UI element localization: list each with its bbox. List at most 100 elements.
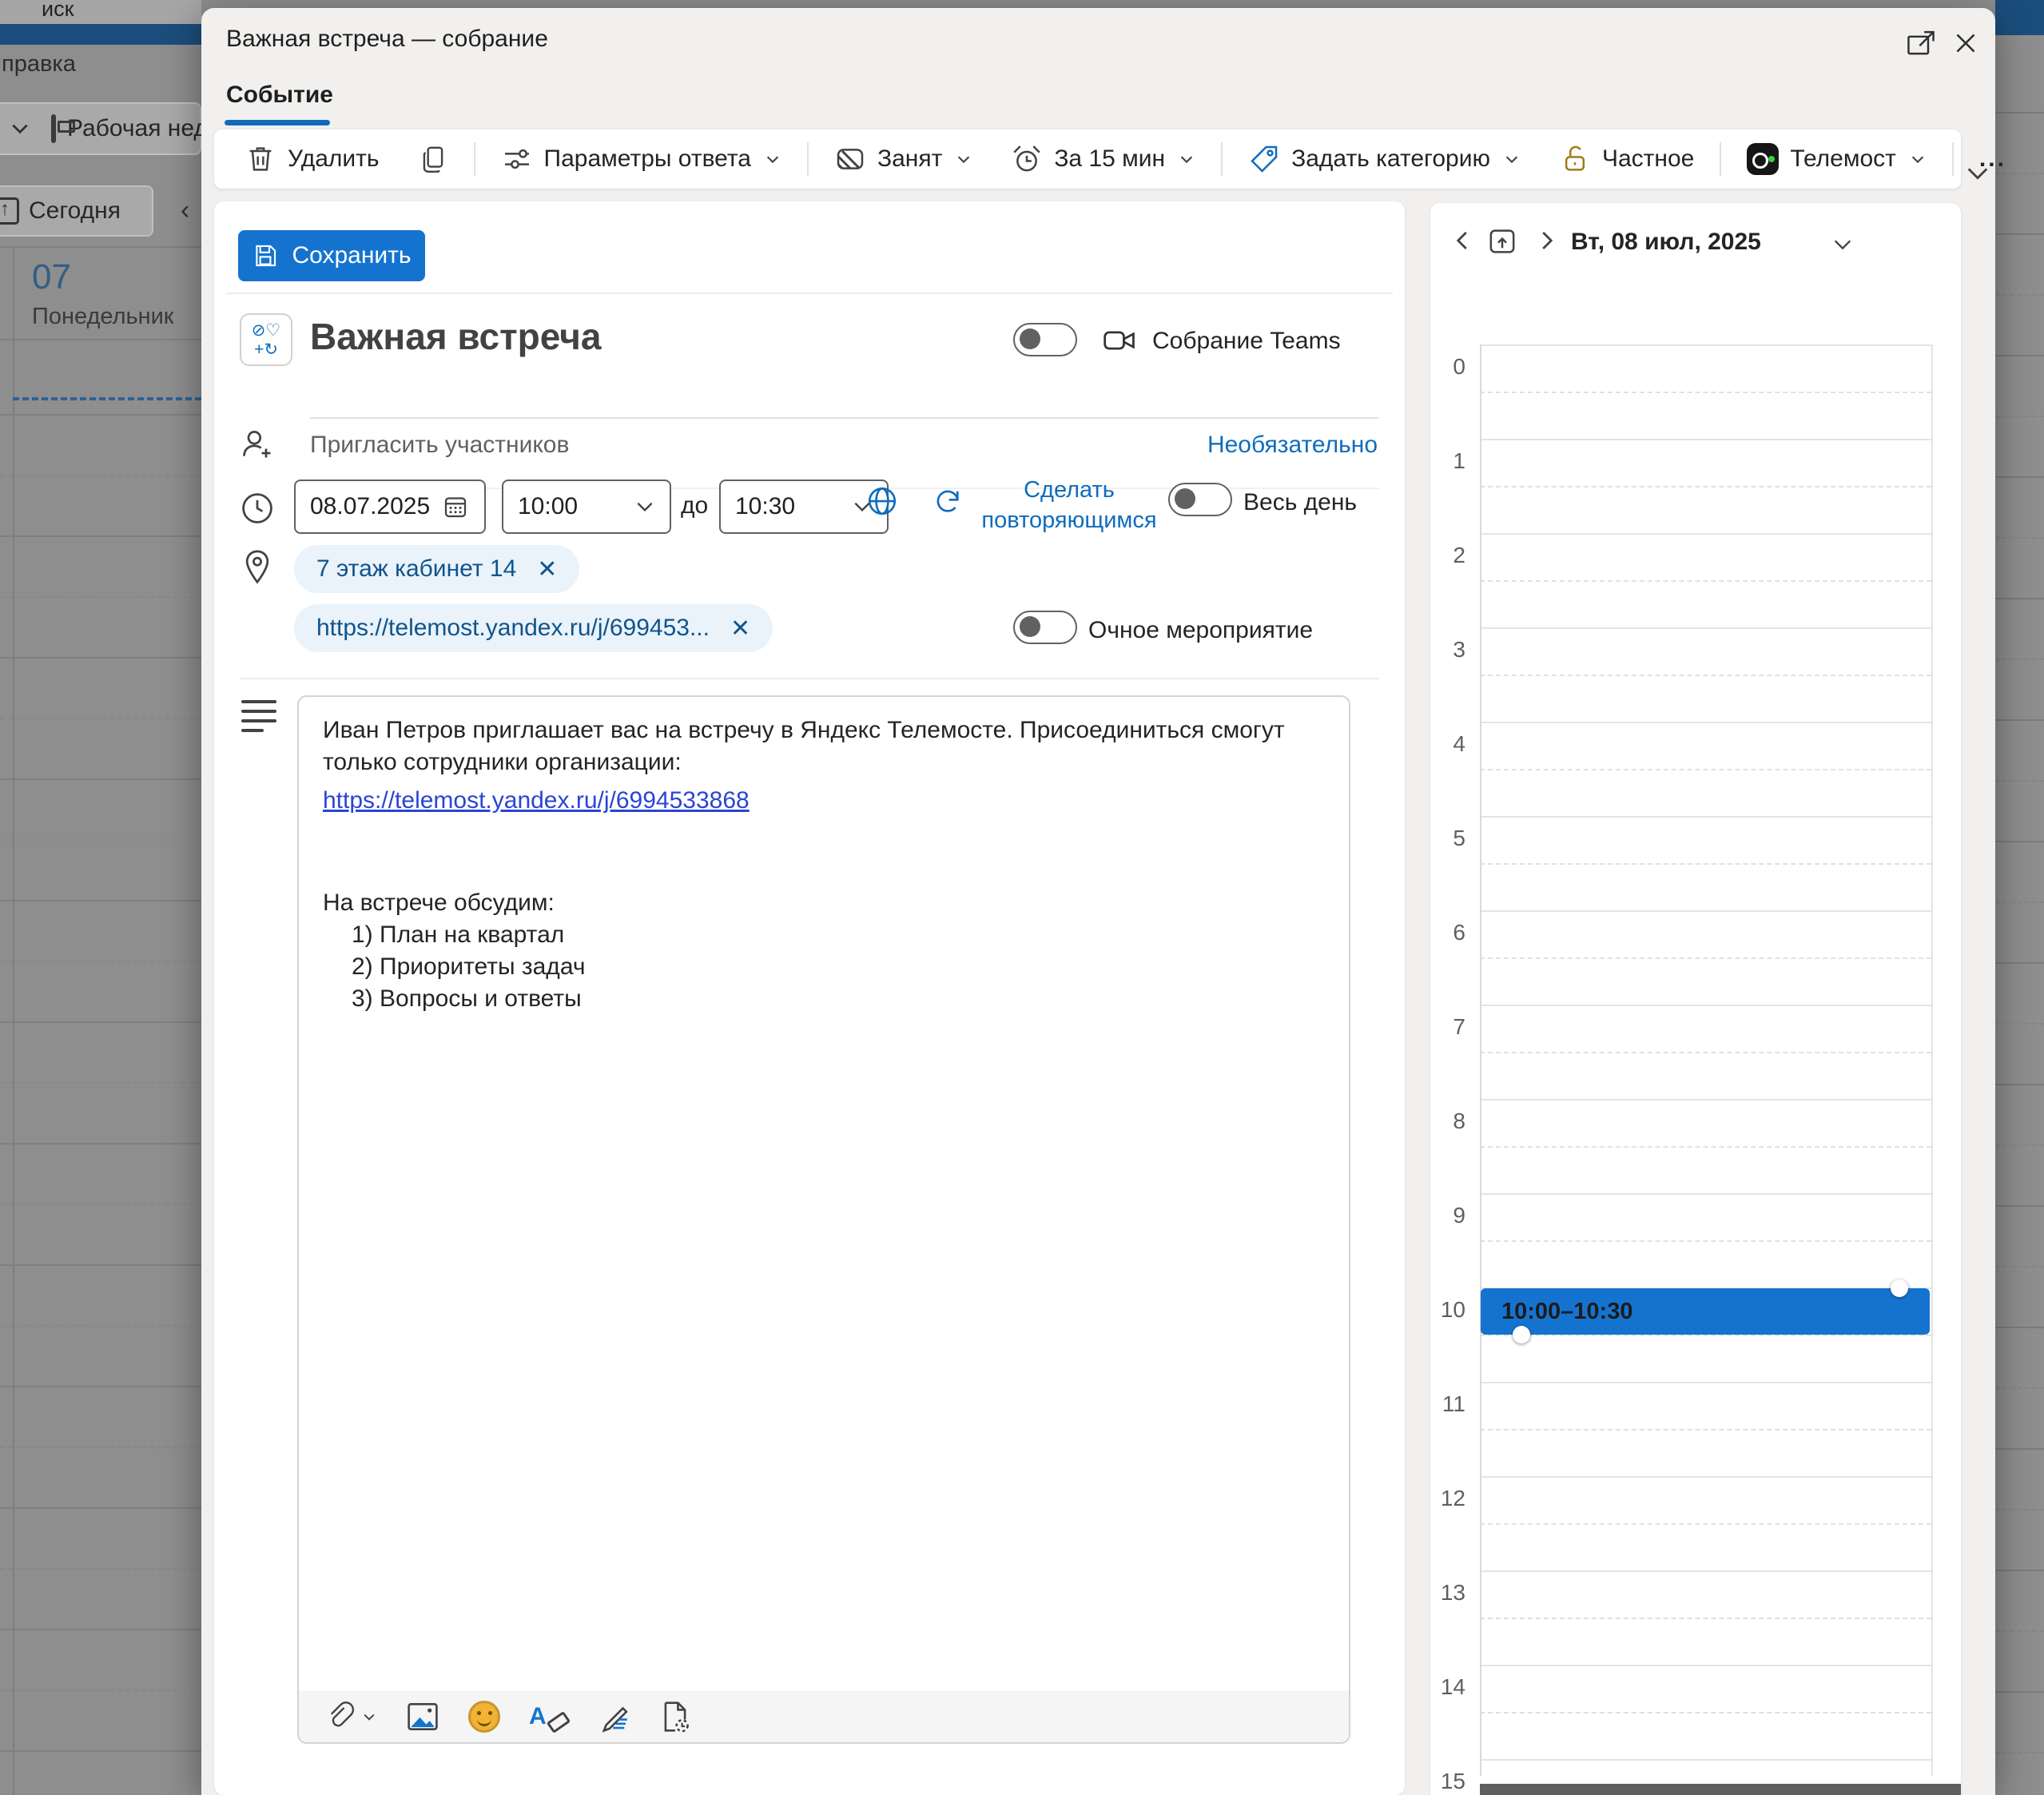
background-edit-fragment: правка [2, 51, 76, 78]
reminder-button[interactable]: За 15 мин [992, 137, 1215, 181]
telemost-link[interactable]: https://telemost.yandex.ru/j/6994533868 [323, 785, 750, 817]
tab-event[interactable]: Событие [226, 82, 333, 109]
show-as-busy-button[interactable]: Занят [815, 137, 992, 181]
hour-label: 15 [1430, 1769, 1465, 1794]
background-line [1995, 1448, 2044, 1450]
background-line [1995, 901, 2044, 903]
toolbar-divider [1952, 142, 1954, 176]
background-line [1995, 1387, 2044, 1389]
make-recurring-link[interactable]: Сделать повторяющимся [973, 475, 1165, 535]
trash-icon [245, 143, 276, 175]
scheduling-poll-button[interactable] [660, 1700, 690, 1733]
copy-button[interactable] [399, 137, 467, 181]
background-line [1995, 1691, 2044, 1693]
divider [240, 678, 1379, 679]
event-resize-handle-bottom[interactable] [1513, 1326, 1530, 1343]
timezone-globe-icon[interactable] [865, 484, 899, 518]
repeat-icon[interactable] [931, 484, 964, 518]
background-line [1995, 416, 2044, 417]
end-time-select[interactable]: 10:30 [719, 480, 889, 534]
optional-attendees-link[interactable]: Необязательно [1207, 432, 1378, 459]
background-line [1995, 1752, 2044, 1753]
hour-label: 10 [1430, 1297, 1465, 1323]
editor-toolbar: A [299, 1691, 1349, 1742]
background-line [0, 1507, 201, 1509]
background-line [1995, 537, 2044, 539]
background-search-fragment: иск [42, 0, 74, 22]
hour-line [1480, 910, 1931, 912]
teams-meeting-toggle[interactable] [1013, 323, 1077, 356]
collapse-ribbon-icon[interactable] [1964, 160, 1991, 187]
private-button[interactable]: Частное [1540, 137, 1713, 181]
day-preview-panel: Вт, 08 июл, 2025 0123456789101112131415 … [1430, 203, 1961, 1795]
popout-icon[interactable] [1905, 29, 1937, 58]
invite-attendees-input[interactable]: Пригласить участников [310, 432, 569, 459]
background-line [0, 961, 201, 962]
event-dialog: Важная встреча — собрание Событие Удалит… [201, 8, 1995, 1795]
delete-button[interactable]: Удалить [225, 137, 399, 181]
toolbar-divider [1720, 142, 1721, 176]
response-options-button[interactable]: Параметры ответа [482, 137, 801, 181]
half-hour-line [1480, 1052, 1931, 1053]
toolbar-divider [474, 142, 475, 176]
background-line [1995, 1327, 2044, 1328]
day-grid[interactable]: 0123456789101112131415 [1430, 203, 1961, 1795]
meeting-link-chip[interactable]: https://telemost.yandex.ru/j/699453... ✕ [294, 604, 773, 652]
background-line [0, 1690, 201, 1691]
location-chip[interactable]: 7 этаж кабинет 14 ✕ [294, 545, 579, 593]
background-line [0, 1568, 201, 1570]
hour-line [1480, 816, 1931, 818]
event-resize-handle-top[interactable] [1891, 1280, 1908, 1297]
background-line [0, 1447, 201, 1448]
background-line [1995, 1023, 2044, 1025]
calendar-today-icon [0, 197, 19, 225]
background-line [1995, 1509, 2044, 1510]
hour-label: 14 [1430, 1674, 1465, 1700]
hour-label: 4 [1430, 731, 1465, 757]
background-line [0, 1204, 201, 1205]
draw-button[interactable] [598, 1700, 631, 1733]
save-button[interactable]: Сохранить [238, 230, 425, 281]
copy-icon [418, 143, 448, 175]
half-hour-line [1480, 486, 1931, 488]
insert-image-button[interactable] [406, 1701, 439, 1733]
event-title-input[interactable]: Важная встреча [310, 315, 601, 358]
today-button[interactable]: Сегодня [0, 185, 153, 237]
event-description-editor[interactable]: Иван Петров приглашает вас на встречу в … [297, 695, 1350, 1744]
emoji-picker-button[interactable]: ⊘♡+↻ [240, 313, 292, 366]
event-toolbar: Удалить Параметры ответа [214, 129, 1961, 189]
options-sliders-icon [501, 143, 533, 175]
categorize-button[interactable]: Задать категорию [1229, 137, 1540, 181]
half-hour-line [1480, 675, 1931, 676]
attach-file-button[interactable] [324, 1701, 377, 1733]
all-day-toggle[interactable] [1168, 483, 1232, 516]
remove-link-icon[interactable]: ✕ [730, 615, 750, 643]
in-person-toggle[interactable] [1013, 611, 1077, 644]
background-line [1995, 355, 2044, 356]
agenda-item: 1) План на квартал [323, 919, 1325, 951]
chevron-down-icon [1178, 150, 1195, 168]
emoji-button[interactable] [468, 1701, 500, 1733]
start-time-select[interactable]: 10:00 [502, 480, 671, 534]
calendar-event-block[interactable]: 10:00–10:30 [1481, 1288, 1930, 1335]
hour-line [1480, 1099, 1931, 1100]
half-hour-line [1480, 957, 1931, 959]
background-line [1995, 841, 2044, 842]
chevron-left-icon[interactable]: ‹ [181, 195, 189, 226]
clock-icon [240, 491, 275, 526]
telemost-button[interactable]: Телемост [1728, 137, 1946, 181]
remove-location-icon[interactable]: ✕ [537, 555, 557, 583]
half-hour-line [1480, 1335, 1931, 1336]
telemost-icon [1747, 143, 1779, 175]
hour-line [1480, 1382, 1931, 1383]
background-line [1995, 780, 2044, 782]
clear-formatting-button[interactable]: A [529, 1703, 569, 1730]
view-selector-dropdown[interactable]: Рабочая нед [0, 102, 201, 155]
half-hour-line [1480, 863, 1931, 865]
date-input[interactable]: 08.07.2025 [294, 480, 486, 534]
background-line [1995, 1266, 2044, 1268]
close-icon[interactable] [1951, 29, 1980, 58]
hour-line [1480, 1570, 1931, 1572]
day-grid-scrollbar[interactable] [1480, 1784, 1961, 1795]
add-person-icon [240, 427, 275, 462]
